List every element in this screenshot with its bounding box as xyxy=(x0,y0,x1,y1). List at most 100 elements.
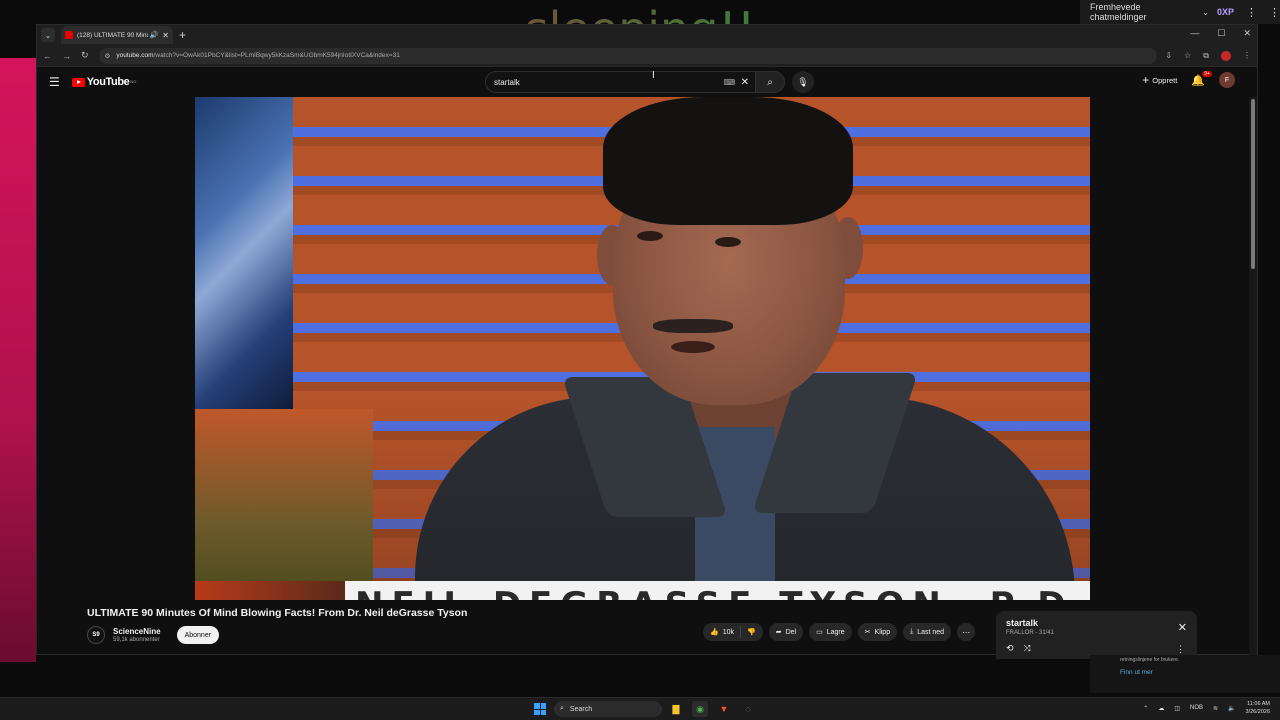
windows-logo-tile xyxy=(534,709,540,715)
site-info-icon[interactable]: ⚙ xyxy=(105,52,111,60)
bookmark-icon: ▭ xyxy=(816,629,823,636)
tab-title: (128) ULTIMATE 90 Minutes xyxy=(77,31,148,39)
taskbar-search-label: Search xyxy=(569,705,593,713)
back-icon[interactable]: ← xyxy=(43,51,52,61)
network-icon[interactable]: ◫ xyxy=(1174,705,1180,712)
volume-icon[interactable]: 🔈 xyxy=(1228,705,1235,712)
tab-active[interactable]: (128) ULTIMATE 90 Minutes 🔊 ✕ xyxy=(61,26,173,44)
channel-info: ScienceNine 59,1k abonnenter xyxy=(113,627,161,643)
thumbs-up-icon[interactable]: 👍 xyxy=(710,628,719,636)
search-icon: ⌕ xyxy=(560,705,564,712)
extensions-icon[interactable]: ⧉ xyxy=(1203,51,1209,61)
brave-icon[interactable]: ▼ xyxy=(716,701,732,717)
share-button[interactable]: ➦ Del xyxy=(768,623,804,641)
close-icon[interactable]: ✕ xyxy=(1178,621,1187,634)
speaker-eye-right xyxy=(715,237,741,247)
notifications-button[interactable]: 🔔 9+ xyxy=(1191,70,1212,87)
window-controls: — ☐ ✕ xyxy=(1190,28,1251,39)
channel-name[interactable]: ScienceNine xyxy=(113,627,161,636)
browser-window: ⌄ (128) ULTIMATE 90 Minutes 🔊 ✕ + — ☐ ✕ … xyxy=(36,24,1258,656)
wifi-icon[interactable]: ≋ xyxy=(1213,705,1218,712)
tab-strip: ⌄ (128) ULTIMATE 90 Minutes 🔊 ✕ + — ☐ ✕ xyxy=(37,25,1257,45)
start-button[interactable] xyxy=(534,703,546,715)
new-tab-icon[interactable]: + xyxy=(179,28,186,42)
voice-search-button[interactable]: 🎙 xyxy=(792,71,814,93)
forward-icon[interactable]: → xyxy=(62,51,71,61)
subscribe-button[interactable]: Abonner xyxy=(176,626,220,644)
close-window-icon[interactable]: ✕ xyxy=(1243,28,1251,39)
more-vertical-icon[interactable]: ⋮ xyxy=(1176,644,1185,655)
install-app-icon[interactable]: ⇩ xyxy=(1165,51,1172,60)
learn-more-link[interactable]: Finn ut mer xyxy=(1120,669,1153,676)
account-avatar[interactable]: F xyxy=(1219,72,1235,88)
address-input[interactable]: ⚙ youtube.com /watch?v=OwAk01PbCY&list=P… xyxy=(98,47,1158,64)
youtube-logo[interactable]: YouTube NO xyxy=(71,76,137,88)
address-bar-row: ← → ↻ ⚙ youtube.com /watch?v=OwAk01PbCY&… xyxy=(37,45,1257,67)
clip-button[interactable]: ✂ Klipp xyxy=(857,623,898,641)
subscriber-count: 59,1k abonnenter xyxy=(113,637,160,643)
file-explorer-icon[interactable]: ▇ xyxy=(668,701,684,717)
speaker-mouth xyxy=(671,341,715,353)
like-count[interactable]: 10k xyxy=(723,629,734,636)
page-scrollbar[interactable] xyxy=(1249,97,1257,656)
chevron-down-icon[interactable]: ⌄ xyxy=(1202,8,1209,17)
reload-icon[interactable]: ↻ xyxy=(81,50,89,61)
more-vertical-icon[interactable]: ⋮ xyxy=(1269,6,1280,19)
menu-icon[interactable]: ☰ xyxy=(49,75,60,89)
more-vertical-icon[interactable]: ⋮ xyxy=(1246,6,1257,19)
search-button[interactable]: ⌕ xyxy=(755,71,785,93)
save-button[interactable]: ▭ Lagre xyxy=(809,623,852,641)
chevron-up-icon[interactable]: ⌃ xyxy=(1143,705,1148,712)
profile-icon[interactable] xyxy=(1221,50,1231,61)
like-dislike-group: 👍 10k 👎 xyxy=(703,623,763,641)
country-code: NO xyxy=(130,79,137,84)
header-actions: + Opprett 🔔 9+ F xyxy=(1142,70,1235,88)
shuffle-icon[interactable]: ⤨ xyxy=(1024,643,1031,654)
url-path: /watch?v=OwAk01PbCY&list=PLmIBqwy5kKzaSm… xyxy=(153,52,400,59)
taskbar-apps: ▇ ◉ ▼ ◌ xyxy=(668,701,756,717)
lower-third-accent xyxy=(195,581,345,600)
chrome-icon[interactable]: ◉ xyxy=(692,701,708,717)
scrollbar-thumb[interactable] xyxy=(1251,99,1255,269)
browser-menu-icon[interactable]: ⋮ xyxy=(1243,51,1251,60)
video-speaker xyxy=(375,97,1075,600)
more-actions-button[interactable]: ⋯ xyxy=(957,623,976,641)
video-title: ULTIMATE 90 Minutes Of Mind Blowing Fact… xyxy=(87,607,468,619)
video-player[interactable]: NEIL DEGRASSE TYSON, P.D. xyxy=(195,97,1090,600)
clear-search-icon[interactable]: ✕ xyxy=(741,77,749,88)
cloud-icon[interactable]: ☁ xyxy=(1158,705,1164,712)
download-button[interactable]: ⤓ Last ned xyxy=(903,623,952,641)
plus-icon: + xyxy=(1142,73,1150,87)
create-button[interactable]: + Opprett xyxy=(1142,73,1177,87)
text-cursor-icon: I xyxy=(652,70,655,81)
search-input[interactable]: startalk ⌨ ✕ xyxy=(485,71,755,93)
channel-avatar[interactable]: S9 xyxy=(87,626,105,644)
chat-highlight-label: Fremhevede chatmeldinger xyxy=(1090,2,1147,22)
save-label: Lagre xyxy=(826,628,845,636)
playlist-title[interactable]: startalk xyxy=(1006,618,1187,628)
share-label: Del xyxy=(785,628,797,636)
chat-highlight-header[interactable]: Fremhevede chatmeldinger ⌄ 0XP ⋮ ⋮ xyxy=(1080,0,1280,24)
download-label: Last ned xyxy=(917,628,945,636)
create-label: Opprett xyxy=(1152,75,1178,85)
clock[interactable]: 11:06 AM 3/26/2026 xyxy=(1246,700,1270,716)
speaker-icon[interactable]: 🔊 xyxy=(150,31,159,39)
app-icon[interactable]: ◌ xyxy=(740,701,756,717)
taskbar-search[interactable]: ⌕ Search xyxy=(554,701,662,717)
thumbs-down-icon[interactable]: 👎 xyxy=(747,628,756,636)
chat-message: retningslinjene for brukere. xyxy=(1120,657,1180,663)
keyboard-icon[interactable]: ⌨ xyxy=(723,78,735,87)
divider xyxy=(740,626,742,638)
bookmark-star-icon[interactable]: ☆ xyxy=(1184,51,1191,60)
loop-icon[interactable]: ⟲ xyxy=(1006,643,1014,654)
scissors-icon: ✂ xyxy=(864,629,871,636)
close-tab-icon[interactable]: ✕ xyxy=(162,31,169,40)
tab-search-icon[interactable]: ⌄ xyxy=(41,28,55,42)
system-tray: ⌃ ☁ ◫ NOB ≋ 🔈 11:06 AM 3/26/2026 xyxy=(1143,700,1270,716)
keyboard-language[interactable]: NOB xyxy=(1190,705,1203,711)
youtube-play-icon xyxy=(71,77,85,87)
minimize-icon[interactable]: — xyxy=(1190,28,1199,39)
maximize-icon[interactable]: ☐ xyxy=(1217,28,1225,39)
windows-logo-tile xyxy=(540,703,546,709)
more-horizontal-icon: ⋯ xyxy=(962,627,971,637)
